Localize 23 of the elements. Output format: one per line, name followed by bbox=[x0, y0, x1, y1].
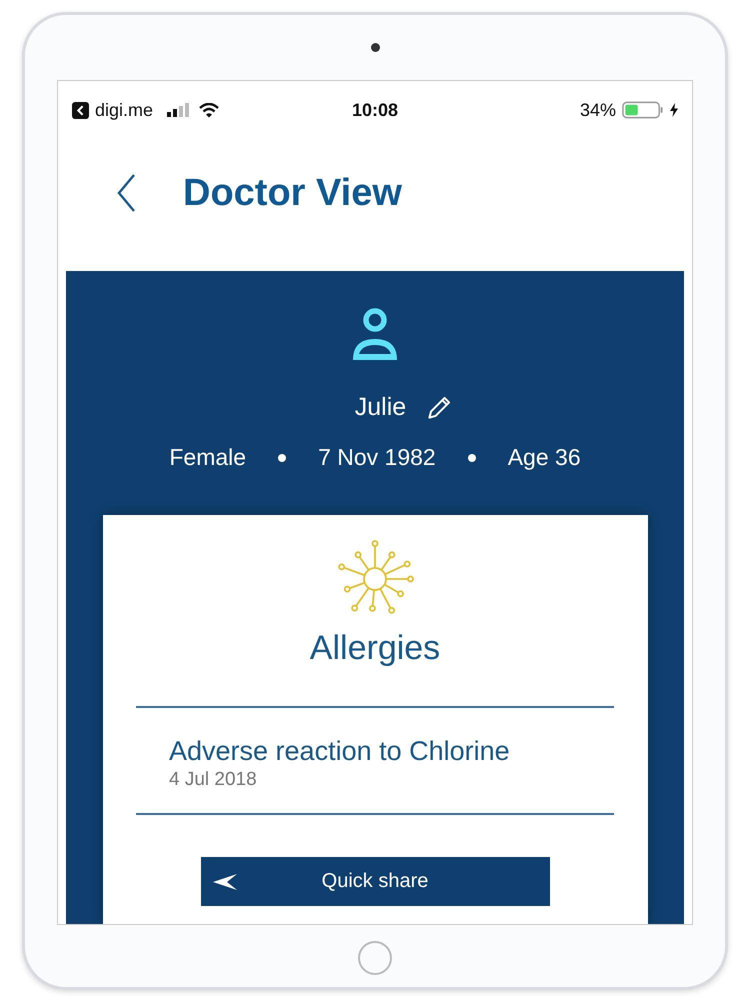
patient-age: Age 36 bbox=[508, 444, 581, 471]
allergy-date: 4 Jul 2018 bbox=[169, 769, 258, 791]
patient-gender: Female bbox=[169, 444, 246, 471]
back-chevron-icon[interactable] bbox=[115, 173, 137, 213]
share-arrow-icon bbox=[212, 874, 236, 890]
camera-icon bbox=[370, 43, 380, 52]
allergy-entry[interactable]: Adverse reaction to Chlorine 4 Jul 2018 bbox=[136, 708, 614, 815]
patient-name: Julie bbox=[354, 393, 406, 422]
back-app-label[interactable]: digi.me bbox=[95, 100, 154, 120]
patient-birth-date: 7 Nov 1982 bbox=[318, 444, 436, 471]
allergy-title: Adverse reaction to Chlorine bbox=[169, 736, 511, 767]
separator-dot bbox=[468, 454, 476, 462]
quick-share-button[interactable]: Quick share bbox=[200, 857, 550, 906]
back-app-icon[interactable] bbox=[72, 102, 89, 118]
battery-icon bbox=[622, 101, 664, 119]
signal-icon bbox=[167, 103, 190, 117]
charging-icon bbox=[670, 103, 678, 117]
page-title: Doctor View bbox=[183, 172, 402, 214]
separator-dot bbox=[278, 454, 286, 462]
status-time: 10:08 bbox=[352, 100, 398, 120]
wifi-icon bbox=[199, 102, 220, 118]
card-title: Allergies bbox=[310, 629, 440, 668]
battery-percentage: 34% bbox=[580, 100, 616, 120]
